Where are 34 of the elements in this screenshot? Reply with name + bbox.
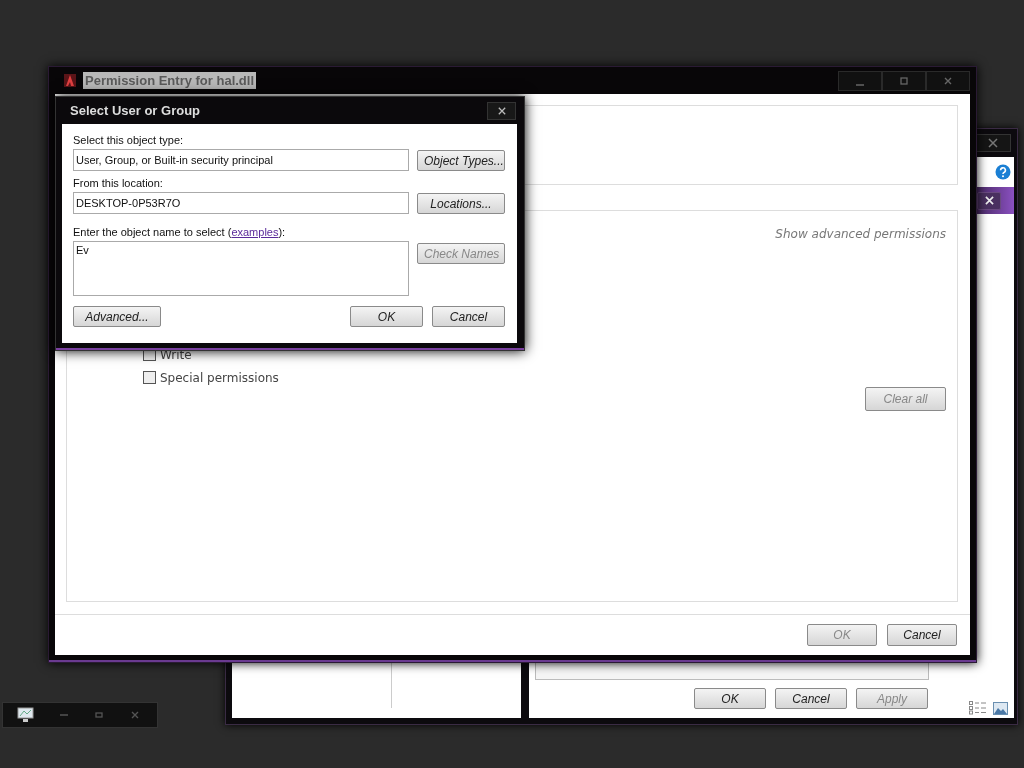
window-title: Permission Entry for hal.dll [83, 72, 257, 89]
minimize-icon [856, 83, 864, 86]
list-view-icon[interactable] [969, 701, 987, 715]
close-icon [988, 138, 998, 148]
dialog-button[interactable]: Cancel [432, 306, 505, 327]
monitor-icon [17, 707, 34, 723]
show-advanced-link[interactable]: Show advanced permissions [775, 227, 946, 241]
picture-icon[interactable] [993, 701, 1008, 715]
dialog-title: Select User or Group [70, 103, 201, 118]
dialog-button[interactable]: Cancel [775, 688, 847, 709]
close-button[interactable] [977, 191, 1001, 210]
object-types-button[interactable]: Object Types... [417, 150, 505, 171]
field-label: Enter the object name to select (examples): [73, 226, 287, 238]
dialog-button[interactable]: OK [694, 688, 766, 709]
close-icon [984, 196, 994, 205]
close-button[interactable] [487, 101, 516, 120]
permission-label: Special permissions [160, 370, 279, 385]
maximize-icon [899, 75, 909, 86]
checkbox[interactable] [143, 371, 156, 384]
object-type-field[interactable]: User, Group, or Built-in security principal [73, 149, 409, 171]
close-icon [943, 75, 953, 86]
object-name-field[interactable]: Ev [73, 241, 409, 296]
field-label: Select this object type: [73, 134, 185, 146]
dialog-button[interactable]: Cancel [887, 624, 957, 646]
dialog-button[interactable]: OK [350, 306, 423, 327]
examples-link[interactable]: examples [231, 226, 279, 238]
close-icon[interactable] [130, 710, 140, 720]
dialog-button[interactable]: Advanced... [73, 306, 161, 327]
close-icon [497, 106, 506, 115]
locations-button[interactable]: Locations... [417, 193, 505, 214]
minimized-window[interactable] [2, 702, 158, 728]
help-icon[interactable] [995, 164, 1011, 180]
field-label: From this location: [73, 177, 164, 189]
location-field[interactable]: DESKTOP-0P53R7O [73, 192, 409, 214]
